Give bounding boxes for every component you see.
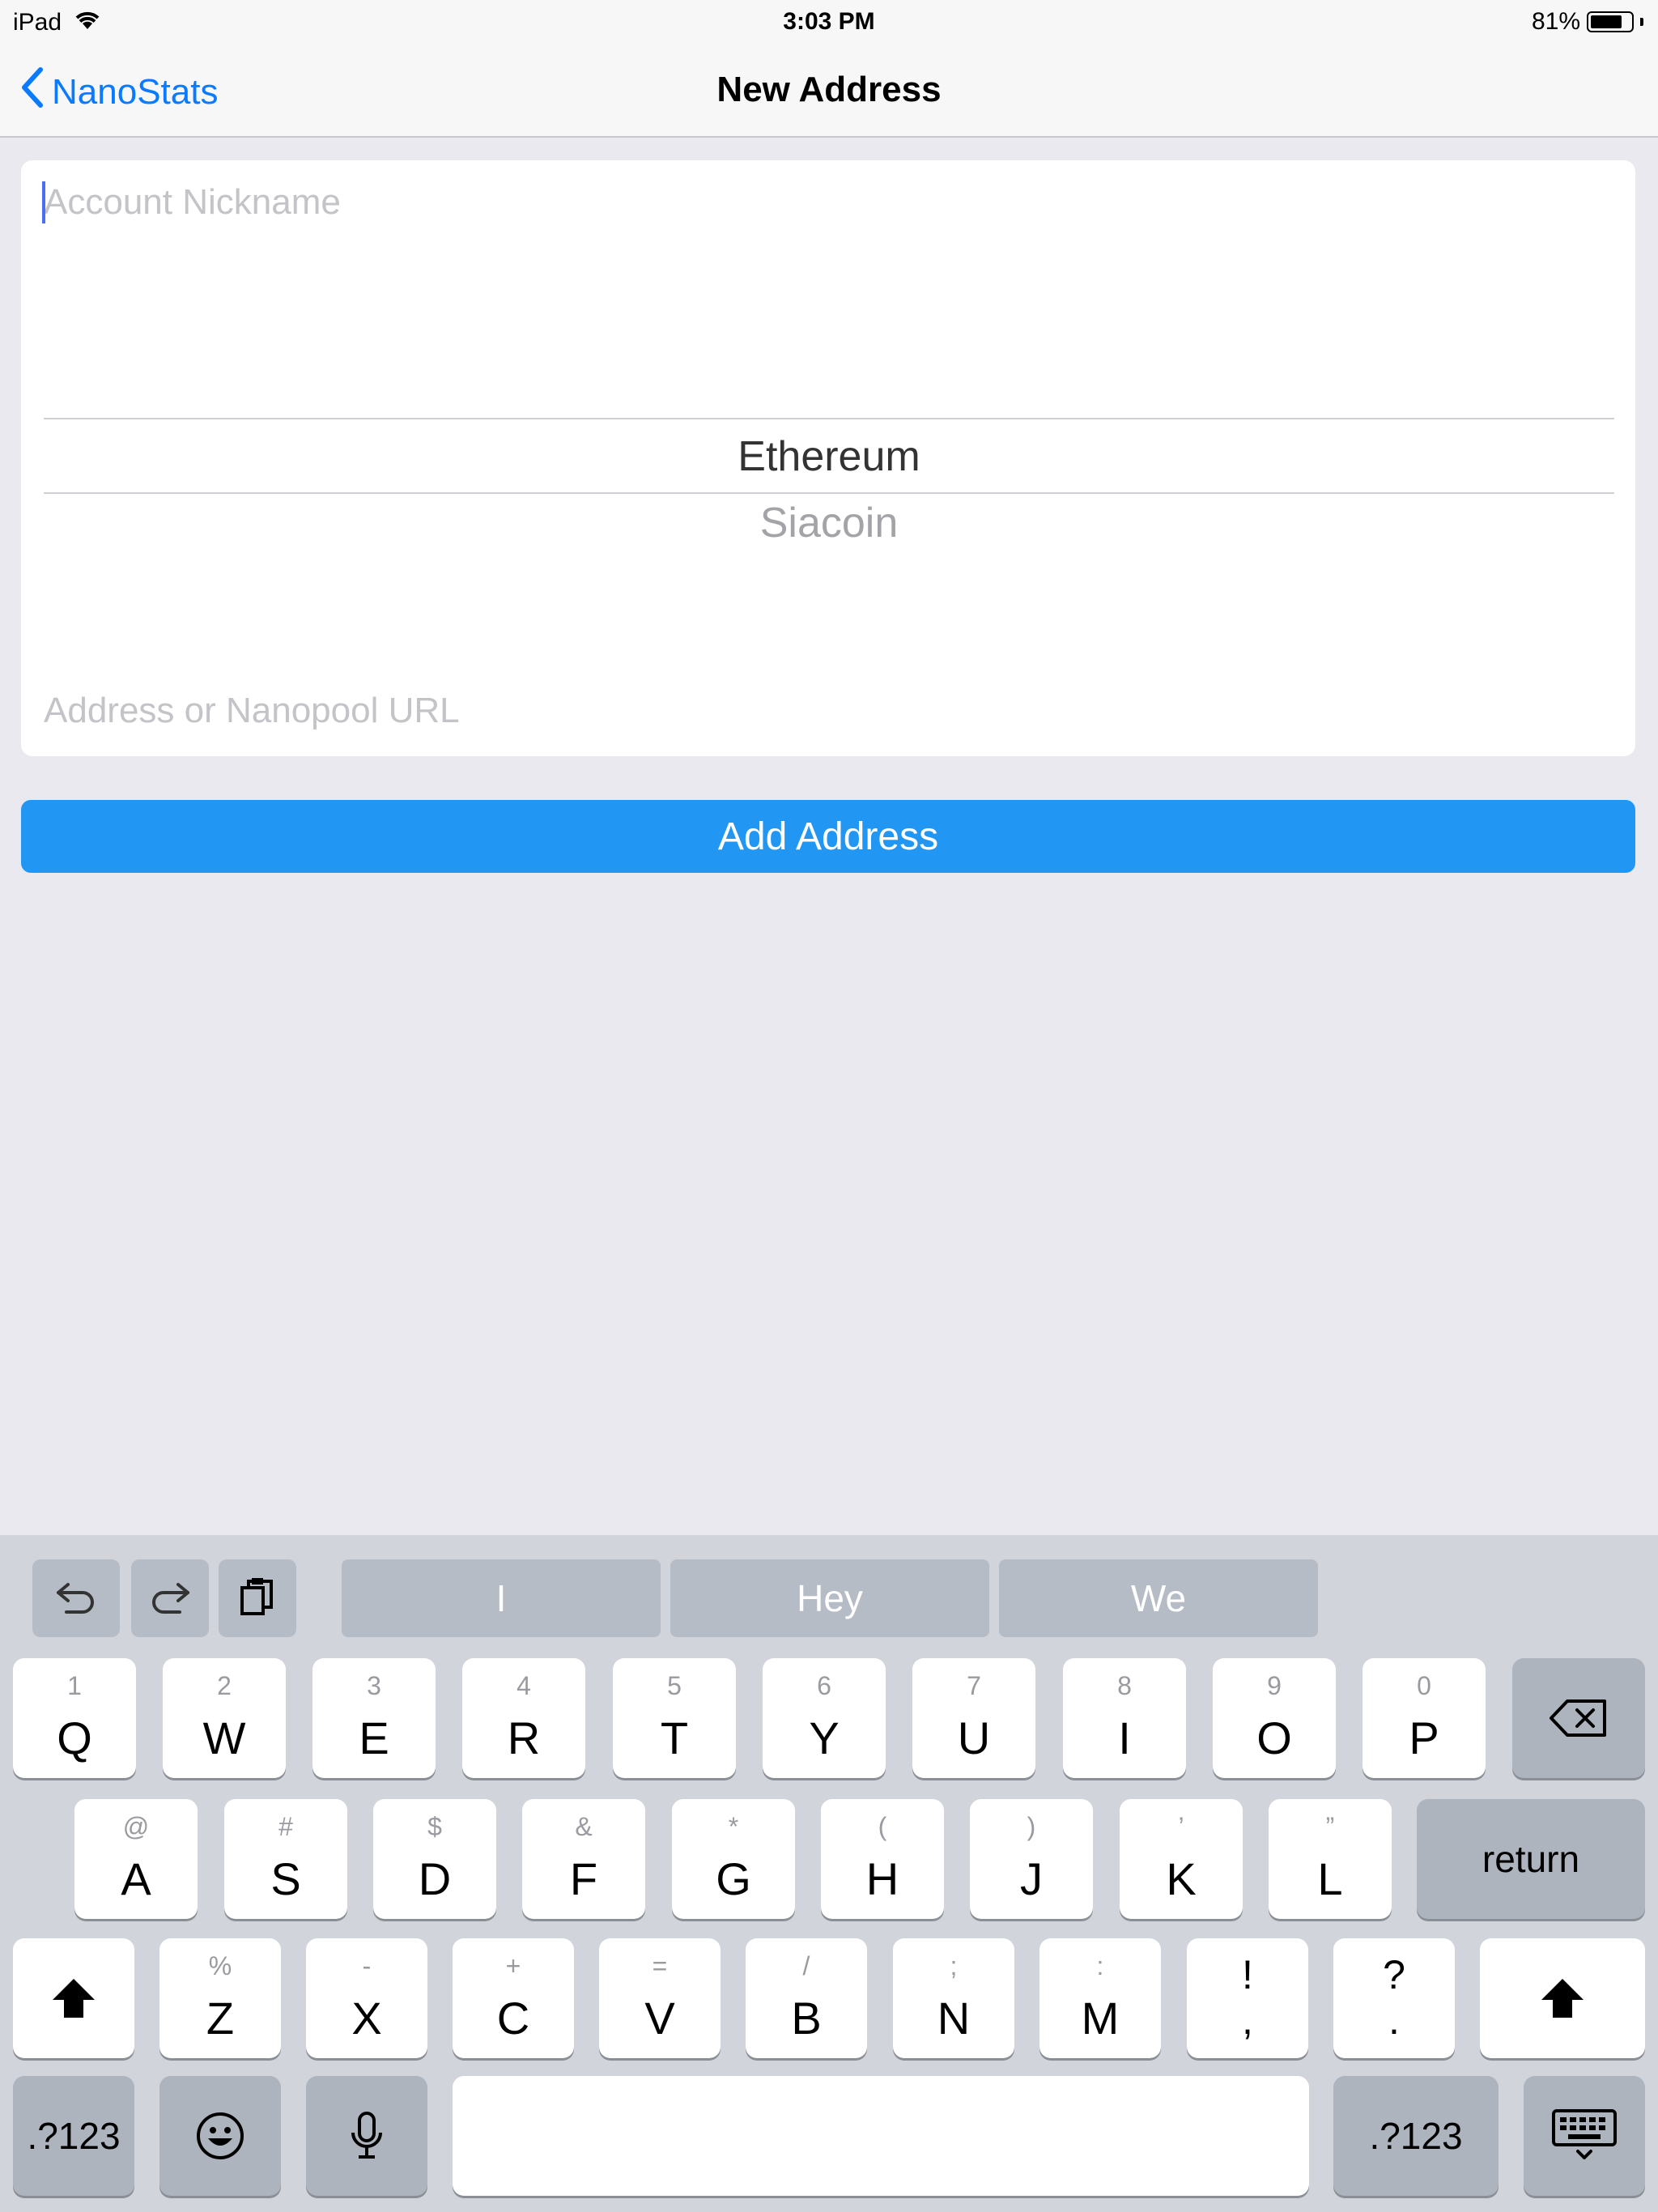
key-f[interactable]: & F <box>522 1799 645 1919</box>
key-u[interactable]: 7 U <box>912 1658 1035 1778</box>
shift-icon <box>1480 1938 1645 2058</box>
key-a[interactable]: @ A <box>74 1799 198 1919</box>
key-s[interactable]: # S <box>224 1799 347 1919</box>
redo-icon <box>146 1576 194 1621</box>
key-i[interactable]: 8 I <box>1063 1658 1186 1778</box>
key-v[interactable]: = V <box>599 1938 721 2058</box>
key-d[interactable]: $ D <box>373 1799 496 1919</box>
key-h[interactable]: ( H <box>821 1799 944 1919</box>
numbers-key-right[interactable]: .?123 <box>1333 2076 1499 2196</box>
key-j[interactable]: ) J <box>970 1799 1093 1919</box>
keyboard: I Hey We 1 Q 2 W 3 E 4 R 5 T 6 Y 7 U 8 I… <box>0 1535 1658 2212</box>
battery-level <box>1591 15 1622 28</box>
key-m[interactable]: : M <box>1039 1938 1161 2058</box>
undo-icon <box>52 1576 100 1621</box>
emoji-icon <box>159 2076 281 2196</box>
return-key[interactable]: return <box>1417 1799 1645 1919</box>
key-t[interactable]: 5 T <box>613 1658 736 1778</box>
key-o[interactable]: 9 O <box>1213 1658 1336 1778</box>
space-key[interactable] <box>453 2076 1309 2196</box>
suggestion-3[interactable]: We <box>999 1559 1318 1637</box>
battery-nub <box>1640 18 1643 26</box>
backspace-icon <box>1512 1658 1645 1778</box>
suggestion-1[interactable]: I <box>342 1559 661 1637</box>
keyboard-dismiss-icon <box>1524 2076 1645 2196</box>
status-right: 81% <box>1532 8 1643 36</box>
key-e[interactable]: 3 E <box>312 1658 436 1778</box>
status-time: 3:03 PM <box>783 8 875 35</box>
key-n[interactable]: ; N <box>893 1938 1014 2058</box>
key-x[interactable]: - X <box>306 1938 427 2058</box>
dictation-key[interactable] <box>306 2076 427 2196</box>
key-c[interactable]: + C <box>453 1938 574 2058</box>
key-question-period[interactable]: ? . <box>1333 1938 1455 2058</box>
delete-key[interactable] <box>1512 1658 1645 1778</box>
add-address-button[interactable]: Add Address <box>21 800 1635 873</box>
key-k[interactable]: ’ K <box>1120 1799 1243 1919</box>
emoji-key[interactable] <box>159 2076 281 2196</box>
shift-key-right[interactable] <box>1480 1938 1645 2058</box>
suggestion-2[interactable]: Hey <box>670 1559 989 1637</box>
paste-button[interactable] <box>219 1559 296 1637</box>
key-z[interactable]: % Z <box>159 1938 281 2058</box>
microphone-icon <box>306 2076 427 2196</box>
navigation-bar: NanoStats New Address <box>0 45 1658 138</box>
key-q[interactable]: 1 Q <box>13 1658 136 1778</box>
currency-picker[interactable]: Ethereum Siacoin <box>44 418 1614 661</box>
key-p[interactable]: 0 P <box>1363 1658 1486 1778</box>
shift-icon <box>13 1938 134 2058</box>
page-title: New Address <box>716 70 942 109</box>
picker-selection-top-line <box>44 418 1614 419</box>
key-exclamation-comma[interactable]: ! , <box>1187 1938 1308 2058</box>
key-l[interactable]: ” L <box>1269 1799 1392 1919</box>
key-r[interactable]: 4 R <box>462 1658 585 1778</box>
dismiss-keyboard-key[interactable] <box>1524 2076 1645 2196</box>
redo-button[interactable] <box>131 1559 209 1637</box>
picker-option[interactable]: Siacoin <box>44 499 1614 547</box>
status-bar: iPad 3:03 PM 81% <box>0 0 1658 45</box>
nickname-input[interactable] <box>44 178 1606 227</box>
picker-option-selected[interactable]: Ethereum <box>44 432 1614 481</box>
paste-icon <box>237 1575 278 1623</box>
address-form: Ethereum Siacoin <box>21 160 1635 756</box>
battery-percent: 81% <box>1531 8 1580 35</box>
shift-key-left[interactable] <box>13 1938 134 2058</box>
battery-icon <box>1587 11 1634 32</box>
key-y[interactable]: 6 Y <box>763 1658 886 1778</box>
key-g[interactable]: * G <box>672 1799 795 1919</box>
key-w[interactable]: 2 W <box>163 1658 286 1778</box>
undo-button[interactable] <box>32 1559 120 1637</box>
key-b[interactable]: / B <box>746 1938 867 2058</box>
numbers-key-left[interactable]: .?123 <box>13 2076 134 2196</box>
picker-selection-bottom-line <box>44 492 1614 494</box>
address-input[interactable] <box>44 687 1606 735</box>
text-cursor <box>42 181 45 223</box>
